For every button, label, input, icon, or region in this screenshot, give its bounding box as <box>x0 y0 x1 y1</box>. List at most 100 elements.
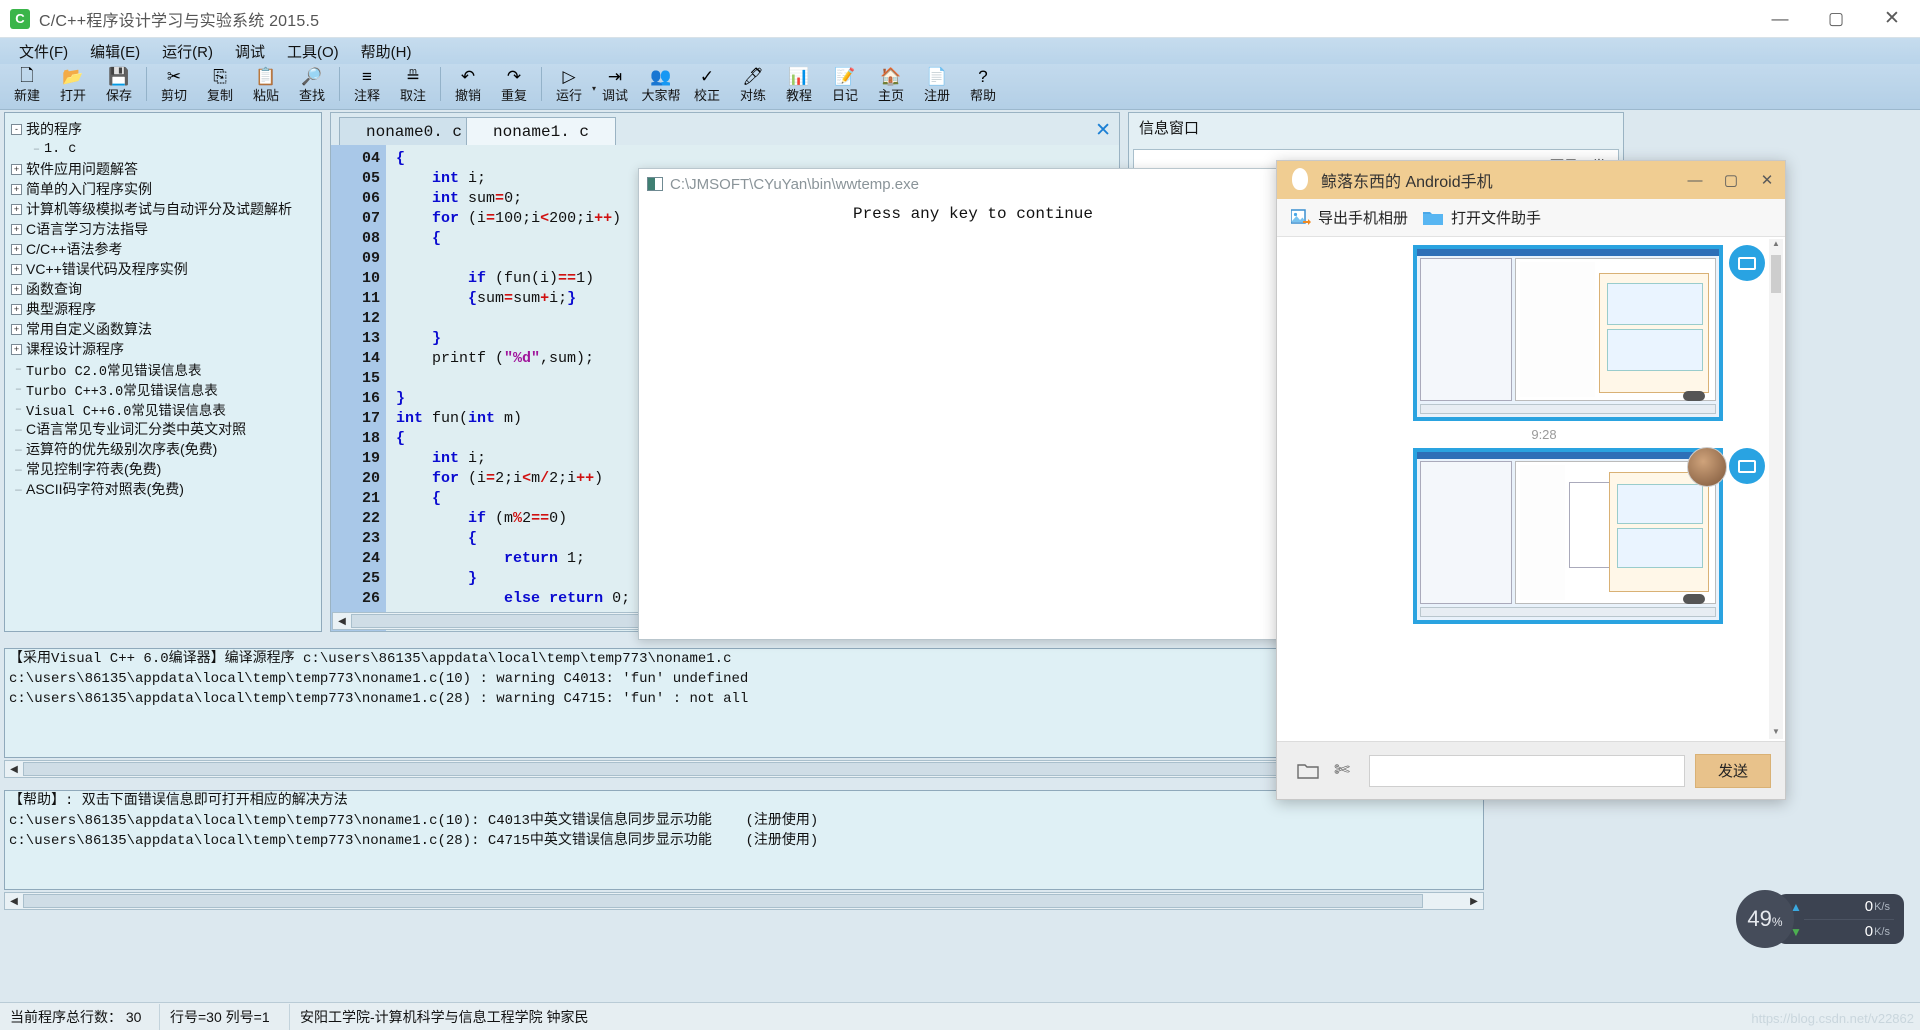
tree-item-9[interactable]: +典型源程序 <box>11 299 321 319</box>
help-scroll-right-arrow[interactable]: ▶ <box>1465 893 1483 909</box>
console-window[interactable]: C:\JMSOFT\CYuYan\bin\wwtemp.exe Press an… <box>638 168 1308 640</box>
tree-item-13[interactable]: –Turbo C++3.0常见错误信息表 <box>11 379 321 399</box>
toolbar-button-uncomment-icon[interactable]: ≞取注 <box>390 64 436 110</box>
tree-item-14[interactable]: –Visual C++6.0常见错误信息表 <box>11 399 321 419</box>
tree-item-5[interactable]: +C语言学习方法指导 <box>11 219 321 239</box>
menu-item-5[interactable]: 帮助(H) <box>350 39 423 64</box>
toolbar-button-comment-icon[interactable]: ≡注释 <box>344 64 390 110</box>
output-scroll-left-arrow[interactable]: ◀ <box>5 761 23 777</box>
tree-item-6[interactable]: +C/C++语法参考 <box>11 239 321 259</box>
chat-scroll-thumb[interactable] <box>1771 255 1781 293</box>
folder-attach-icon[interactable] <box>1291 762 1325 780</box>
tree-item-16[interactable]: –运算符的优先级别次序表(免费) <box>11 439 321 459</box>
toolbar-button-tutorial-books-icon[interactable]: 📊教程 <box>776 64 822 110</box>
toolbar-button-debug-step-icon[interactable]: ⇥调试 <box>592 64 638 110</box>
help-hscrollbar[interactable]: ◀ ▶ <box>4 892 1484 910</box>
toolbar-button-redo-icon[interactable]: ↷重复 <box>491 64 537 110</box>
compiler-output-line[interactable]: c:\users\86135\appdata\local\temp\temp77… <box>5 669 1483 689</box>
chat-scroll-down-arrow[interactable]: ▼ <box>1771 727 1781 739</box>
expand-icon[interactable]: + <box>11 204 22 215</box>
menu-item-3[interactable]: 调试 <box>224 39 276 64</box>
chat-input[interactable] <box>1369 755 1685 787</box>
tree-item-15[interactable]: –C语言常见专业词汇分类中英文对照 <box>11 419 321 439</box>
contact-avatar[interactable] <box>1687 447 1727 487</box>
tab-noname1[interactable]: noname1. c <box>466 117 616 145</box>
compiler-output-panel[interactable]: 【采用Visual C++ 6.0编译器】编译源程序 c:\users\8613… <box>4 648 1484 758</box>
tree-item-10[interactable]: +常用自定义函数算法 <box>11 319 321 339</box>
help-output-line[interactable]: c:\users\86135\appdata\local\temp\temp77… <box>5 831 1483 851</box>
expand-icon[interactable]: + <box>11 324 22 335</box>
tree-item-0[interactable]: -我的程序 <box>11 119 321 139</box>
menu-item-2[interactable]: 运行(R) <box>151 39 224 64</box>
close-button[interactable]: ✕ <box>1864 0 1920 38</box>
tree-item-8[interactable]: +函数查询 <box>11 279 321 299</box>
tab-close-icon[interactable]: ✕ <box>1095 119 1111 142</box>
tree-item-2[interactable]: +软件应用问题解答 <box>11 159 321 179</box>
screenshot-thumbnail-2[interactable] <box>1413 448 1723 624</box>
export-photo-album-button[interactable]: 导出手机相册 <box>1291 207 1408 228</box>
toolbar-button-save-icon[interactable]: 💾保存 <box>96 64 142 110</box>
chat-scroll-up-arrow[interactable]: ▲ <box>1771 239 1781 251</box>
code-line[interactable]: { <box>396 149 1119 169</box>
scroll-left-arrow[interactable]: ◀ <box>333 613 351 629</box>
toolbar-button-new-file-icon[interactable]: 🗋新建 <box>4 64 50 110</box>
tree-item-12[interactable]: –Turbo C2.0常见错误信息表 <box>11 359 321 379</box>
toolbar-button-run-play-icon[interactable]: ▷运行▾ <box>546 64 592 110</box>
minimize-button[interactable]: — <box>1752 0 1808 38</box>
menu-item-4[interactable]: 工具(O) <box>276 39 350 64</box>
screenshot-thumbnail-1[interactable] <box>1413 245 1723 421</box>
expand-icon[interactable]: + <box>11 284 22 295</box>
toolbar-button-diary-icon[interactable]: 📝日记 <box>822 64 868 110</box>
help-output-line[interactable]: 【帮助】: 双击下面错误信息即可打开相应的解决方法 <box>5 791 1483 811</box>
phone-minimize-button[interactable]: — <box>1677 161 1713 199</box>
android-phone-window[interactable]: 鲸落东西的 Android手机 — ▢ ✕ 导出手机相册 打开文件助手 <box>1276 160 1786 800</box>
expand-icon[interactable]: + <box>11 164 22 175</box>
expand-icon[interactable]: + <box>11 224 22 235</box>
toolbar-button-home-icon[interactable]: 🏠主页 <box>868 64 914 110</box>
toolbar-button-scissors-icon[interactable]: ✂剪切 <box>151 64 197 110</box>
help-scroll-left-arrow[interactable]: ◀ <box>5 893 23 909</box>
tree-item-7[interactable]: +VC++错误代码及程序实例 <box>11 259 321 279</box>
scissors-icon[interactable]: ✄ <box>1325 759 1359 782</box>
toolbar-button-binoculars-icon[interactable]: 🔎查找 <box>289 64 335 110</box>
tree-item-11[interactable]: +课程设计源程序 <box>11 339 321 359</box>
phone-close-button[interactable]: ✕ <box>1749 161 1785 199</box>
expand-icon[interactable]: + <box>11 304 22 315</box>
network-speed-widget[interactable]: ▲ 0K/s ▼ 0K/s 49% <box>1736 890 1904 948</box>
toolbar-button-register-icon[interactable]: 📄注册 <box>914 64 960 110</box>
help-scroll-thumb[interactable] <box>23 894 1423 908</box>
send-button[interactable]: 发送 <box>1695 754 1771 788</box>
tree-sidebar[interactable]: -我的程序–1. c+软件应用问题解答+简单的入门程序实例+计算机等级模拟考试与… <box>4 112 322 632</box>
collapse-icon[interactable]: - <box>11 124 22 135</box>
tree-item-4[interactable]: +计算机等级模拟考试与自动评分及试题解析 <box>11 199 321 219</box>
expand-icon[interactable]: + <box>11 344 22 355</box>
tree-item-17[interactable]: –常见控制字符表(免费) <box>11 459 321 479</box>
compiler-output-line[interactable]: c:\users\86135\appdata\local\temp\temp77… <box>5 689 1483 709</box>
phone-maximize-button[interactable]: ▢ <box>1713 161 1749 199</box>
output-hscrollbar[interactable]: ◀ ▶ <box>4 760 1484 778</box>
compiler-output-line[interactable]: 【采用Visual C++ 6.0编译器】编译源程序 c:\users\8613… <box>5 649 1483 669</box>
toolbar-button-check-icon[interactable]: ✓校正 <box>684 64 730 110</box>
chat-message-list[interactable]: 9:28 <box>1277 237 1785 741</box>
toolbar-button-open-folder-icon[interactable]: 📂打开 <box>50 64 96 110</box>
maximize-button[interactable]: ▢ <box>1808 0 1864 38</box>
toolbar-button-copy-icon[interactable]: ⎘复制 <box>197 64 243 110</box>
expand-icon[interactable]: + <box>11 244 22 255</box>
help-output-panel[interactable]: 【帮助】: 双击下面错误信息即可打开相应的解决方法c:\users\86135\… <box>4 790 1484 890</box>
expand-icon[interactable]: + <box>11 184 22 195</box>
tree-item-3[interactable]: +简单的入门程序实例 <box>11 179 321 199</box>
chat-scrollbar[interactable]: ▲ ▼ <box>1769 239 1783 739</box>
chat-message-1[interactable] <box>1323 245 1765 421</box>
tree-item-1[interactable]: –1. c <box>11 139 321 159</box>
expand-icon[interactable]: + <box>11 264 22 275</box>
toolbar-button-help-circle-icon[interactable]: ?帮助 <box>960 64 1006 110</box>
menu-item-0[interactable]: 文件(F) <box>8 39 79 64</box>
toolbar-button-paste-icon[interactable]: 📋粘贴 <box>243 64 289 110</box>
output-scroll-thumb[interactable] <box>23 762 1423 776</box>
toolbar-button-practice-pen-icon[interactable]: 🖊对练 <box>730 64 776 110</box>
open-file-assistant-button[interactable]: 打开文件助手 <box>1422 207 1541 228</box>
toolbar-button-undo-icon[interactable]: ↶撤销 <box>445 64 491 110</box>
toolbar-button-people-help-icon[interactable]: 👥大家帮 <box>638 64 684 110</box>
menu-item-1[interactable]: 编辑(E) <box>79 39 151 64</box>
help-output-line[interactable]: c:\users\86135\appdata\local\temp\temp77… <box>5 811 1483 831</box>
